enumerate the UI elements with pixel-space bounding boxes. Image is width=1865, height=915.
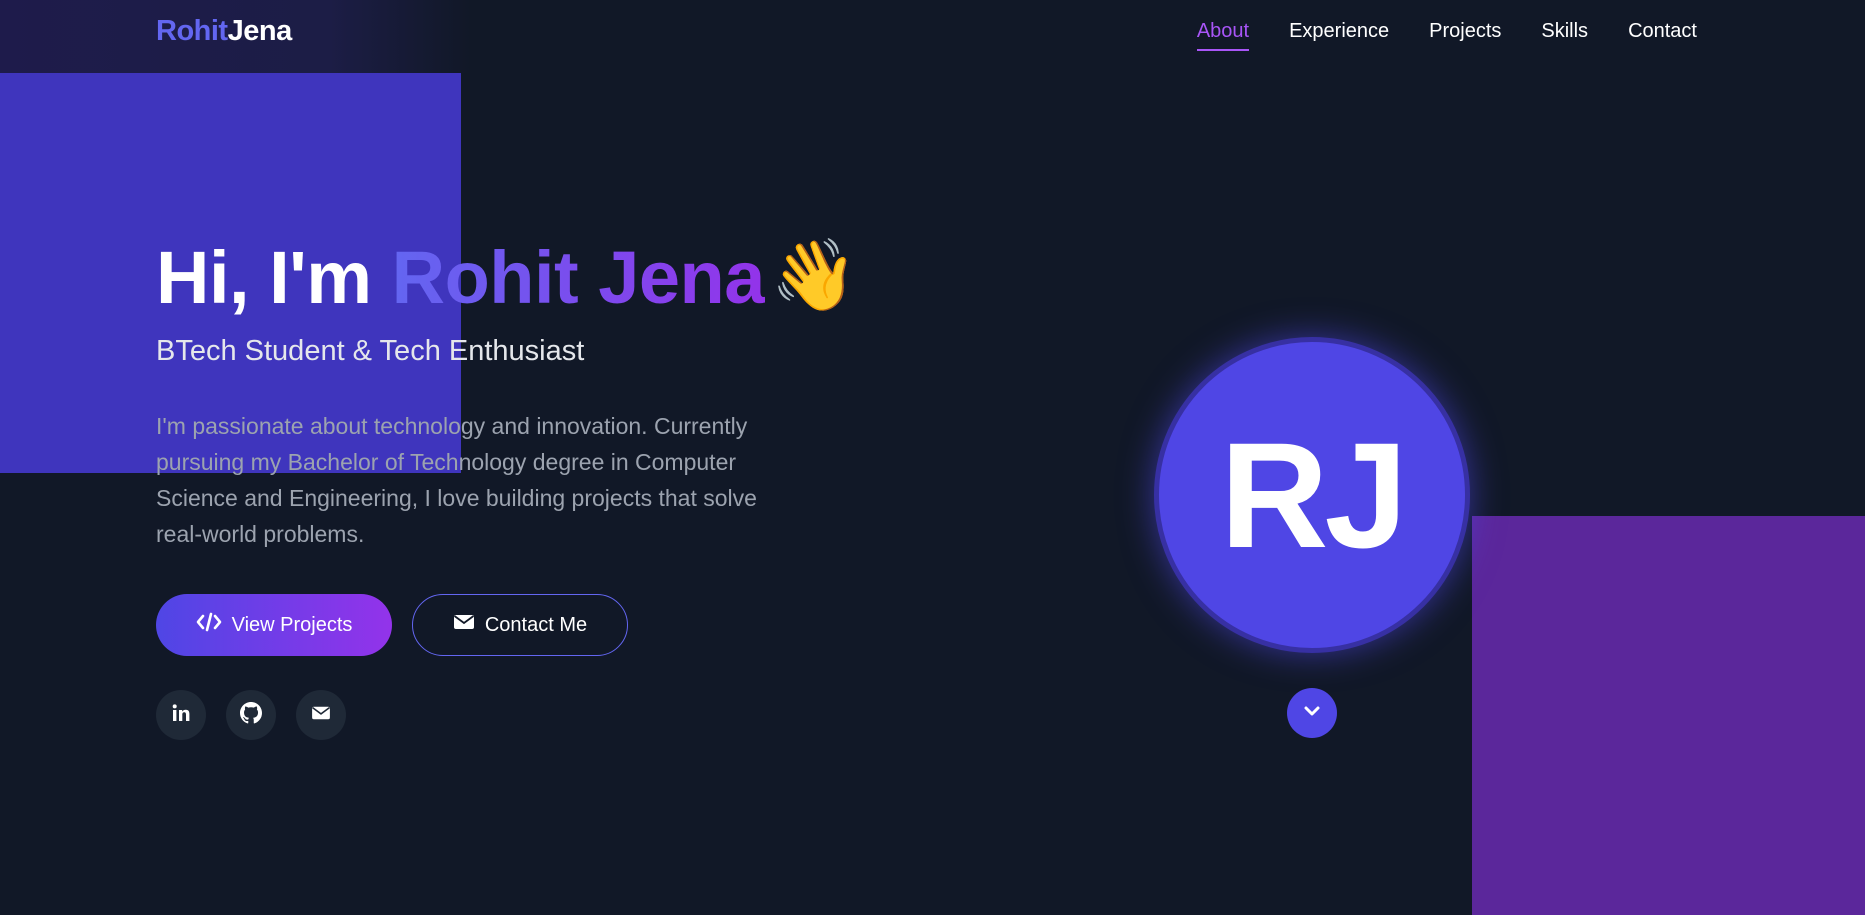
- hero-name: Rohit Jena: [391, 236, 766, 319]
- nav-link-about[interactable]: About: [1196, 20, 1250, 51]
- envelope-icon: [453, 613, 475, 637]
- site-logo[interactable]: RohitJena: [156, 15, 292, 48]
- scroll-down-button[interactable]: [1287, 688, 1337, 738]
- avatar: RJ: [1154, 337, 1470, 653]
- waving-hand-icon: 👋: [770, 236, 858, 314]
- hero-section: Hi, I'm Rohit Jena👋 BTech Student & Tech…: [156, 230, 916, 740]
- navbar: RohitJena About Experience Projects Skil…: [0, 0, 1865, 73]
- hero-description: I'm passionate about technology and inno…: [156, 413, 757, 547]
- nav-link-projects[interactable]: Projects: [1429, 20, 1501, 51]
- nav-link-contact[interactable]: Contact: [1628, 20, 1697, 51]
- view-projects-button[interactable]: View Projects: [156, 594, 392, 656]
- chevron-down-icon: [1302, 704, 1322, 723]
- hero-greeting: Hi, I'm: [156, 236, 392, 319]
- nav-link-skills[interactable]: Skills: [1541, 20, 1588, 51]
- linkedin-link[interactable]: [156, 690, 206, 740]
- code-icon: [196, 612, 222, 638]
- github-link[interactable]: [226, 690, 276, 740]
- logo-first-name: Rohit: [156, 15, 228, 47]
- email-link[interactable]: [296, 690, 346, 740]
- nav-links: About Experience Projects Skills Contact: [1196, 20, 1697, 51]
- nav-link-experience[interactable]: Experience: [1289, 20, 1389, 51]
- view-projects-label: View Projects: [231, 613, 353, 636]
- social-links: [156, 690, 916, 740]
- contact-me-button[interactable]: Contact Me: [412, 594, 628, 656]
- github-icon: [240, 701, 262, 729]
- hero-headline: Hi, I'm Rohit Jena👋: [156, 230, 916, 323]
- logo-last-name: Jena: [227, 15, 293, 47]
- hero-buttons: View Projects Contact Me: [156, 594, 916, 656]
- decorative-block-right: [1472, 516, 1865, 915]
- envelope-icon: [311, 705, 331, 726]
- contact-me-label: Contact Me: [484, 613, 588, 636]
- linkedin-icon: [171, 703, 191, 728]
- hero-subtitle: BTech Student & Tech Enthusiast: [156, 335, 585, 367]
- avatar-initials: RJ: [1220, 410, 1408, 579]
